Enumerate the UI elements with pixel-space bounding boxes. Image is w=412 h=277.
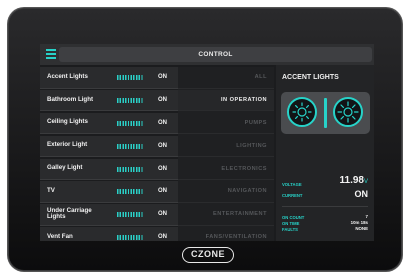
dimmer-sun-icon	[337, 101, 359, 123]
faults-label: FAULTS	[282, 227, 298, 232]
dimmer-down-button[interactable]	[287, 97, 317, 127]
load-row-tv[interactable]: TV ON	[40, 181, 178, 203]
detail-panel: ACCENT LIGHTS VOLTAGE 11.98V CURRENT ON …	[276, 65, 374, 241]
czone-logo: CZONE	[182, 247, 234, 263]
category-entertainment[interactable]: ENTERTAINMENT	[178, 204, 274, 226]
load-list: Accent Lights ON Bathroom Light ON Ceili…	[40, 67, 178, 241]
hamburger-menu-icon[interactable]	[46, 49, 56, 59]
load-state: ON	[158, 142, 167, 149]
level-bars-icon	[117, 97, 144, 103]
load-name: Ceiling Lights	[47, 118, 88, 126]
load-row-galley-light[interactable]: Galley Light ON	[40, 158, 178, 181]
dimmer-up-button[interactable]	[333, 97, 363, 127]
voltage-number: 11.98	[339, 175, 364, 186]
load-state: ON	[158, 188, 167, 195]
load-state: ON	[158, 165, 167, 172]
category-list: ALL IN OPERATION PUMPS LIGHTING ELECTRON…	[178, 67, 274, 241]
control-screen: CONTROL Accent Lights ON Bathroom Light …	[40, 44, 374, 241]
level-bars-icon	[117, 166, 144, 172]
level-bars-icon	[117, 75, 144, 80]
load-state: ON	[158, 96, 167, 103]
voltage-unit: V	[363, 179, 368, 185]
load-row-vent-fan[interactable]: Vent Fan ON	[40, 227, 178, 241]
load-name: Accent Lights	[47, 72, 88, 80]
dimmer-control	[281, 92, 370, 134]
on-count-label: ON COUNT	[282, 215, 305, 220]
load-row-ceiling-lights[interactable]: Ceiling Lights ON	[40, 112, 178, 135]
category-navigation[interactable]: NAVIGATION	[178, 181, 274, 203]
dimmer-level-indicator	[324, 98, 327, 128]
detail-divider	[282, 206, 368, 207]
level-bars-icon	[117, 235, 144, 241]
category-in-operation[interactable]: IN OPERATION	[178, 89, 274, 112]
category-fans-ventilation[interactable]: FANS/VENTILATION	[178, 227, 274, 241]
category-all[interactable]: ALL	[178, 67, 274, 89]
current-value: ON	[354, 189, 369, 199]
load-name: Galley Light	[47, 164, 83, 172]
level-bars-icon	[117, 212, 144, 218]
load-name: Bathroom Light	[47, 95, 94, 103]
load-row-exterior-light[interactable]: Exterior Light ON	[40, 135, 178, 158]
category-electronics[interactable]: ELECTRONICS	[178, 159, 274, 181]
load-name: Vent Fan	[47, 232, 73, 240]
level-bars-icon	[117, 143, 144, 149]
load-row-bathroom-light[interactable]: Bathroom Light ON	[40, 89, 178, 112]
voltage-value: 11.98V	[340, 175, 369, 186]
load-state: ON	[158, 74, 167, 80]
on-count-value: 7	[365, 214, 368, 219]
load-state: ON	[158, 211, 167, 218]
level-bars-icon	[117, 120, 144, 126]
load-state: ON	[158, 119, 167, 126]
page-title: CONTROL	[59, 47, 372, 62]
load-name: Exterior Light	[47, 141, 88, 149]
load-row-accent-lights[interactable]: Accent Lights ON	[40, 67, 178, 89]
load-state: ON	[158, 234, 167, 241]
level-bars-icon	[117, 189, 144, 195]
load-name: Under Carriage Lights	[47, 206, 92, 221]
voltage-label: VOLTAGE	[282, 182, 302, 187]
title-bar: CONTROL	[40, 44, 374, 65]
load-name: TV	[47, 187, 55, 195]
current-label: CURRENT	[282, 193, 303, 198]
on-time-value: 10m 18s	[350, 220, 368, 225]
on-time-label: ON TIME	[282, 221, 300, 226]
detail-title: ACCENT LIGHTS	[282, 74, 339, 81]
faults-value: NONE	[355, 226, 368, 231]
category-lighting[interactable]: LIGHTING	[178, 136, 274, 158]
category-pumps[interactable]: PUMPS	[178, 113, 274, 135]
dimmer-sun-icon	[292, 102, 312, 122]
load-row-under-carriage-lights[interactable]: Under Carriage Lights ON	[40, 204, 178, 226]
